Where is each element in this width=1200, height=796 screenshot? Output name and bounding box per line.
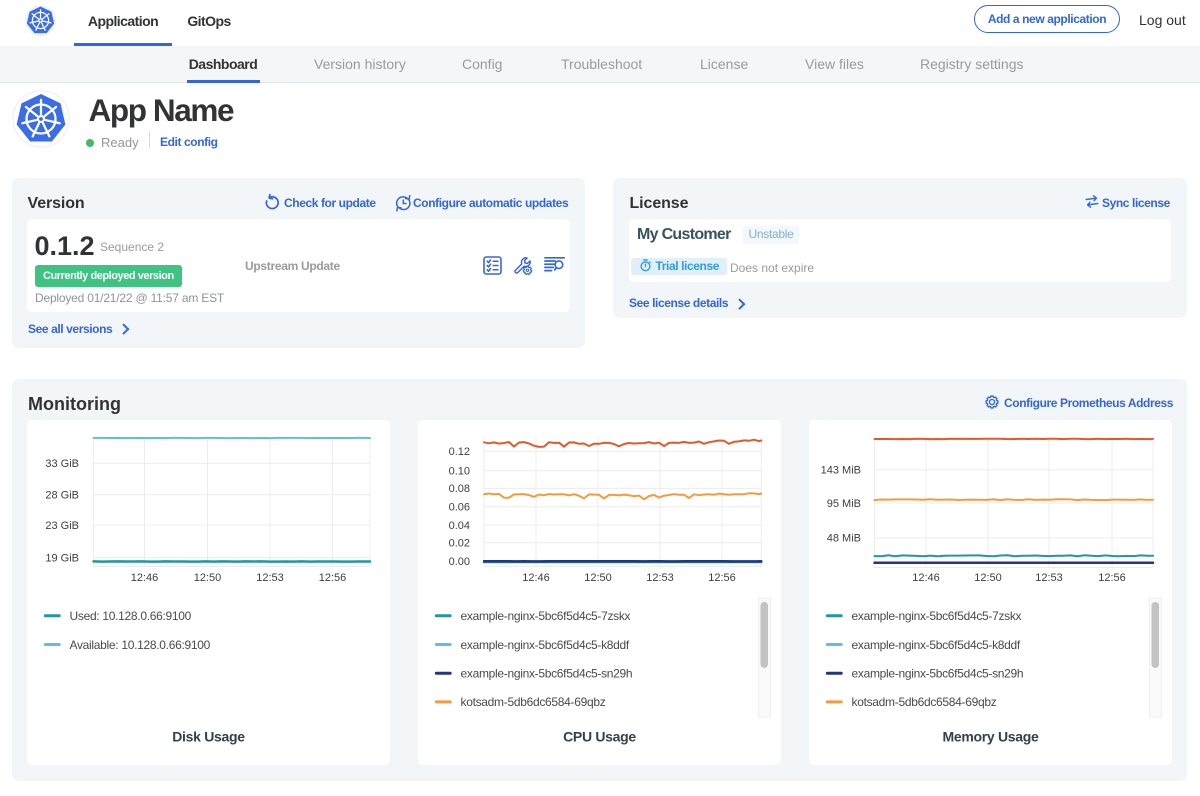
- svg-text:0.06: 0.06: [449, 502, 470, 514]
- svg-text:143 MiB: 143 MiB: [821, 465, 861, 477]
- svg-text:Available: 10.128.0.66:9100: Available: 10.128.0.66:9100: [70, 638, 211, 652]
- svg-text:23 GiB: 23 GiB: [45, 520, 79, 532]
- svg-text:CPU Usage: CPU Usage: [563, 728, 636, 744]
- svg-text:0.04: 0.04: [449, 520, 470, 532]
- svg-text:12:50: 12:50: [584, 572, 612, 584]
- svg-text:0.02: 0.02: [449, 538, 470, 550]
- svg-text:12:50: 12:50: [194, 572, 222, 584]
- svg-text:12:46: 12:46: [131, 572, 159, 584]
- svg-text:example-nginx-5bc6f5d4c5-7zskx: example-nginx-5bc6f5d4c5-7zskx: [461, 609, 631, 623]
- svg-text:12:46: 12:46: [912, 572, 940, 584]
- svg-text:19 GiB: 19 GiB: [45, 552, 79, 564]
- svg-text:12:56: 12:56: [319, 572, 347, 584]
- svg-text:example-nginx-5bc6f5d4c5-sn29h: example-nginx-5bc6f5d4c5-sn29h: [852, 667, 1024, 681]
- svg-text:kotsadm-5db6dc6584-69qbz: kotsadm-5db6dc6584-69qbz: [852, 695, 997, 709]
- svg-text:95 MiB: 95 MiB: [827, 498, 861, 510]
- svg-text:12:53: 12:53: [256, 572, 284, 584]
- svg-text:33 GiB: 33 GiB: [45, 458, 79, 470]
- svg-text:example-nginx-5bc6f5d4c5-7zskx: example-nginx-5bc6f5d4c5-7zskx: [852, 609, 1022, 623]
- svg-text:example-nginx-5bc6f5d4c5-k8ddf: example-nginx-5bc6f5d4c5-k8ddf: [852, 638, 1021, 652]
- svg-text:12:56: 12:56: [1098, 572, 1126, 584]
- svg-text:0.08: 0.08: [449, 483, 470, 495]
- svg-text:example-nginx-5bc6f5d4c5-k8ddf: example-nginx-5bc6f5d4c5-k8ddf: [461, 638, 630, 652]
- svg-text:12:46: 12:46: [522, 572, 550, 584]
- svg-text:48 MiB: 48 MiB: [827, 533, 861, 545]
- svg-text:0.00: 0.00: [449, 556, 470, 568]
- svg-text:28 GiB: 28 GiB: [45, 490, 79, 502]
- svg-text:0.10: 0.10: [449, 466, 470, 478]
- svg-text:example-nginx-5bc6f5d4c5-sn29h: example-nginx-5bc6f5d4c5-sn29h: [461, 667, 633, 681]
- svg-text:Memory Usage: Memory Usage: [943, 728, 1040, 744]
- svg-text:Used: 10.128.0.66:9100: Used: 10.128.0.66:9100: [70, 609, 192, 623]
- svg-text:12:50: 12:50: [974, 572, 1002, 584]
- svg-text:12:53: 12:53: [646, 572, 674, 584]
- svg-text:0.12: 0.12: [449, 446, 470, 458]
- svg-text:kotsadm-5db6dc6584-69qbz: kotsadm-5db6dc6584-69qbz: [461, 695, 606, 709]
- svg-text:12:56: 12:56: [708, 572, 736, 584]
- svg-text:Disk Usage: Disk Usage: [172, 728, 245, 744]
- svg-text:12:53: 12:53: [1035, 572, 1063, 584]
